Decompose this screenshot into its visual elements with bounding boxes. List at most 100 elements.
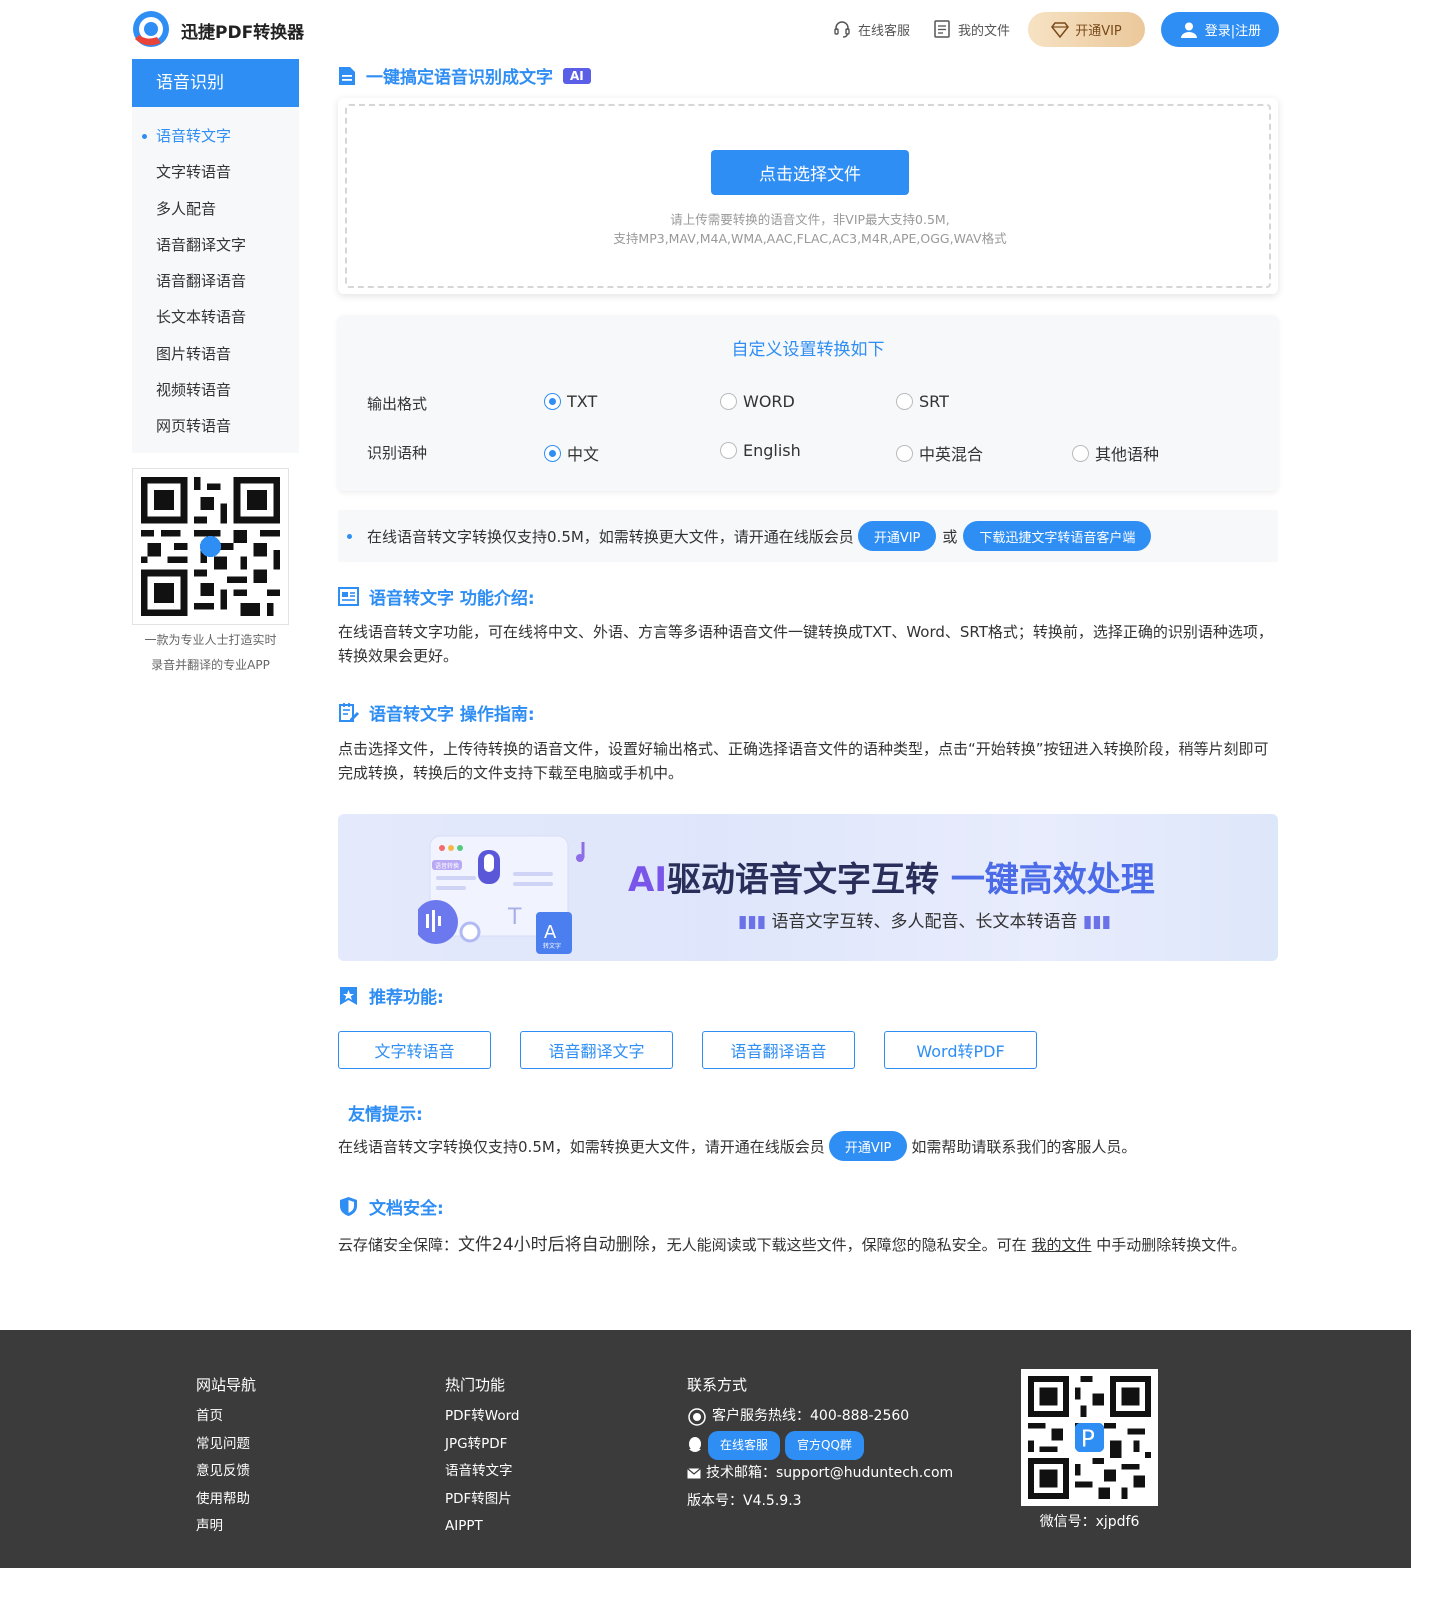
ai-promo-banner[interactable]: 语音转换 T A 转文字 AI驱动语音文字互转 一键高效处理 ▮▮▮ 语音文字互… — [338, 814, 1278, 961]
guide-text: 点击选择文件，上传待转换的语音文件，设置好输出格式、正确选择语音文件的语种类型，… — [338, 740, 1269, 782]
lang-option-mixed[interactable]: 中英混合 — [896, 441, 983, 465]
footer-link-aippt[interactable]: AIPPT — [445, 1513, 520, 1541]
logo-text[interactable]: 迅捷PDF转换器 — [181, 18, 304, 43]
guide-icon — [339, 703, 359, 722]
language-label: 识别语种 — [367, 444, 428, 462]
ai-badge: AI — [563, 67, 591, 84]
version-row: 版本号：V4.5.9.3 — [687, 1488, 953, 1516]
footer-hot-title: 热门功能 — [445, 1376, 506, 1394]
banner-subtitle: ▮▮▮ 语音文字互转、多人配音、长文本转语音 ▮▮▮ — [738, 907, 1111, 932]
security-text-a: 云存储安全保障： — [338, 1236, 459, 1254]
vip-button[interactable]: 开通VIP — [1028, 12, 1145, 47]
output-option-txt[interactable]: TXT — [544, 392, 597, 411]
vip-label: 开通VIP — [1075, 24, 1122, 39]
recommend-text-to-voice[interactable]: 文字转语音 — [338, 1031, 491, 1069]
sidebar-item-voice-to-text[interactable]: 语音转文字 — [132, 118, 299, 154]
lang-option-chinese[interactable]: 中文 — [544, 441, 599, 465]
recommend-voice-translate-text[interactable]: 语音翻译文字 — [520, 1031, 673, 1069]
footer-nav-title: 网站导航 — [196, 1376, 257, 1394]
download-client-button[interactable]: 下载迅捷文字转语音客户端 — [963, 521, 1152, 551]
sidebar-item-voice-translate-voice[interactable]: 语音翻译语音 — [132, 263, 299, 299]
sound-wave-icon: ▮▮▮ — [738, 912, 767, 932]
star-bookmark-icon — [340, 987, 357, 1005]
shield-icon — [340, 1197, 357, 1216]
email-row: 技术邮箱：support@huduntech.com — [687, 1460, 953, 1488]
sidebar-menu: 语音转文字 文字转语音 多人配音 语音翻译文字 语音翻译语音 长文本转语音 图片… — [132, 107, 299, 453]
output-option-word[interactable]: WORD — [720, 392, 795, 411]
footer-nav-column: 网站导航 首页 常见问题 意见反馈 使用帮助 声明 — [196, 1374, 256, 1541]
radio-selected-icon — [544, 393, 561, 410]
choose-file-button[interactable]: 点击选择文件 — [711, 150, 909, 195]
qr-caption-line-1: 一款为专业人士打造实时 — [144, 633, 277, 647]
tip-tail: 如需帮助请联系我们的客服人员。 — [911, 1137, 1137, 1156]
sidebar-item-multi-dubbing[interactable]: 多人配音 — [132, 191, 299, 227]
service-row: 在线客服 官方QQ群 — [687, 1430, 953, 1460]
qr-caption-line-2: 录音并翻译的专业APP — [151, 658, 270, 672]
security-text: 云存储安全保障：文件24小时后将自动删除，无人能阅读或下载这些文件，保障您的隐私… — [338, 1233, 1278, 1257]
sidebar-item-video-to-voice[interactable]: 视频转语音 — [132, 372, 299, 408]
banner-title-ai: AI — [628, 860, 667, 900]
online-support-link[interactable]: 在线客服 — [832, 19, 910, 39]
upload-hint: 请上传需要转换的语音文件，非VIP最大支持0.5M, 支持MP3,MAV,M4A… — [347, 210, 1273, 248]
phone-icon — [688, 1408, 706, 1426]
page-title: 一键搞定语音识别成文字 AI — [338, 63, 591, 88]
footer-qq-group-button[interactable]: 官方QQ群 — [785, 1430, 864, 1460]
sidebar-item-image-to-voice[interactable]: 图片转语音 — [132, 336, 299, 372]
footer-link-pdf-to-word[interactable]: PDF转Word — [445, 1403, 520, 1431]
sidebar-item-long-text-to-voice[interactable]: 长文本转语音 — [132, 299, 299, 335]
svg-text:P: P — [1081, 1424, 1095, 1452]
recommend-word-to-pdf[interactable]: Word转PDF — [884, 1031, 1037, 1069]
security-text-d: 中手动删除转换文件。 — [1096, 1236, 1247, 1254]
footer-link-help[interactable]: 使用帮助 — [196, 1486, 256, 1514]
footer: 网站导航 首页 常见问题 意见反馈 使用帮助 声明 热门功能 PDF转Word … — [0, 1330, 1411, 1568]
sidebar-item-webpage-to-voice[interactable]: 网页转语音 — [132, 408, 299, 444]
footer-link-voice-to-text[interactable]: 语音转文字 — [445, 1458, 520, 1486]
recommend-voice-translate-voice[interactable]: 语音翻译语音 — [702, 1031, 855, 1069]
lang-option-other[interactable]: 其他语种 — [1072, 441, 1159, 465]
mail-icon — [687, 1468, 701, 1479]
banner-illustration: 语音转换 T A 转文字 — [418, 835, 585, 954]
footer-link-home[interactable]: 首页 — [196, 1403, 256, 1431]
security-text-c: 无人能阅读或下载这些文件，保障您的隐私安全。可在 — [666, 1236, 1027, 1254]
tip-vip-button[interactable]: 开通VIP — [828, 1131, 908, 1161]
conversion-settings: 自定义设置转换如下 输出格式 TXT WORD SRT 识别语种 中文 Engl… — [338, 315, 1278, 491]
footer-link-pdf-to-image[interactable]: PDF转图片 — [445, 1486, 520, 1514]
output-option-srt[interactable]: SRT — [896, 392, 949, 411]
version-text: 版本号：V4.5.9.3 — [687, 1492, 802, 1509]
wechat-qr-code: P — [1021, 1369, 1158, 1506]
banner-title-mid: 驱动语音文字互转 — [666, 860, 939, 900]
notice-vip-button[interactable]: 开通VIP — [857, 521, 937, 551]
sidebar-item-text-to-voice[interactable]: 文字转语音 — [132, 154, 299, 190]
recommend-heading: 推荐功能: — [338, 983, 444, 1008]
headset-icon — [834, 21, 850, 38]
output-option-srt-label: SRT — [919, 392, 949, 411]
upload-hint-line-1: 请上传需要转换的语音文件，非VIP最大支持0.5M, — [670, 212, 950, 227]
footer-link-statement[interactable]: 声明 — [196, 1513, 256, 1541]
logo-icon[interactable] — [131, 9, 171, 49]
document-icon — [339, 66, 355, 85]
radio-icon — [896, 444, 913, 462]
size-notice: 在线语音转文字转换仅支持0.5M，如需转换更大文件，请开通在线版会员 开通VIP… — [338, 510, 1278, 562]
lang-option-english[interactable]: English — [720, 441, 801, 460]
security-heading-text: 文档安全: — [369, 1199, 444, 1219]
qq-icon — [689, 1437, 701, 1453]
footer-link-jpg-to-pdf[interactable]: JPG转PDF — [445, 1431, 520, 1459]
file-icon — [934, 20, 950, 38]
my-files-label: 我的文件 — [958, 23, 1011, 39]
upload-dropzone[interactable]: 点击选择文件 请上传需要转换的语音文件，非VIP最大支持0.5M, 支持MP3,… — [345, 104, 1271, 288]
notice-text: 在线语音转文字转换仅支持0.5M，如需转换更大文件，请开通在线版会员 — [367, 527, 854, 546]
radio-icon — [720, 393, 737, 410]
radio-icon — [1072, 444, 1089, 462]
qr-code-image — [141, 477, 280, 616]
footer-online-service-button[interactable]: 在线客服 — [708, 1430, 781, 1460]
lang-option-chinese-label: 中文 — [567, 445, 600, 464]
page-title-text: 一键搞定语音识别成文字 — [366, 68, 553, 88]
my-files-inline-link[interactable]: 我的文件 — [1031, 1236, 1091, 1254]
footer-link-feedback[interactable]: 意见反馈 — [196, 1458, 256, 1486]
my-files-link[interactable]: 我的文件 — [932, 19, 1010, 39]
intro-heading-text: 语音转文字 功能介绍: — [369, 589, 535, 609]
login-register-button[interactable]: 登录|注册 — [1161, 12, 1279, 47]
sidebar-item-voice-translate-text[interactable]: 语音翻译文字 — [132, 227, 299, 263]
footer-link-faq[interactable]: 常见问题 — [196, 1431, 256, 1459]
intro-icon — [338, 587, 359, 606]
